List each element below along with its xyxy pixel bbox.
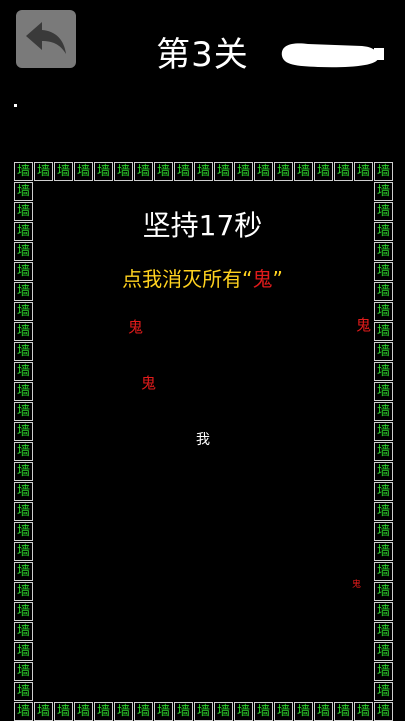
wall-brick: 墙: [374, 402, 393, 421]
wall-brick: 墙: [234, 702, 253, 721]
wall-brick: 墙: [14, 342, 33, 361]
wall-brick: 墙: [14, 642, 33, 661]
wall-brick: 墙: [374, 322, 393, 341]
player-character[interactable]: 我: [196, 432, 210, 448]
wall-brick: 墙: [374, 642, 393, 661]
wall-brick: 墙: [14, 402, 33, 421]
wall-brick: 墙: [14, 462, 33, 481]
wall-brick: 墙: [114, 162, 133, 181]
wall-brick: 墙: [14, 502, 33, 521]
countdown-timer: 坚持17秒: [142, 209, 263, 242]
wall-brick: 墙: [14, 482, 33, 501]
scribble-mark: [281, 43, 384, 68]
wall-brick: 墙: [14, 542, 33, 561]
wall-brick: 墙: [14, 242, 33, 261]
wall-brick: 墙: [194, 702, 213, 721]
wall-brick: 墙: [274, 702, 293, 721]
wall-brick: 墙: [354, 162, 373, 181]
wall-brick: 墙: [74, 702, 93, 721]
wall-brick: 墙: [14, 302, 33, 321]
wall-brick: 墙: [14, 682, 33, 701]
wall-brick: 墙: [174, 702, 193, 721]
wall-brick: 墙: [374, 522, 393, 541]
wall-brick: 墙: [374, 502, 393, 521]
wall-brick: 墙: [14, 582, 33, 601]
wall-brick: 墙: [214, 702, 233, 721]
wall-brick: 墙: [374, 602, 393, 621]
wall-brick: 墙: [374, 542, 393, 561]
wall-brick: 墙: [374, 482, 393, 501]
ghost-enemy[interactable]: 鬼: [128, 319, 143, 335]
wall-brick: 墙: [14, 182, 33, 201]
wall-brick: 墙: [374, 702, 393, 721]
wall-brick: 墙: [34, 702, 53, 721]
wall-brick: 墙: [374, 362, 393, 381]
wall-brick: 墙: [374, 682, 393, 701]
wall-brick: 墙: [94, 702, 113, 721]
wall-brick: 墙: [34, 162, 53, 181]
wall-brick: 墙: [134, 702, 153, 721]
wall-brick: 墙: [294, 162, 313, 181]
wall-brick: 墙: [314, 162, 333, 181]
wall-brick: 墙: [374, 562, 393, 581]
wall-brick: 墙: [354, 702, 373, 721]
hint-ghost-word: 鬼: [252, 267, 273, 291]
wall-brick: 墙: [314, 702, 333, 721]
wall-brick: 墙: [374, 302, 393, 321]
tap-me-hint[interactable]: 点我消灭所有“鬼”: [0, 266, 405, 292]
wall-brick: 墙: [14, 562, 33, 581]
wall-brick: 墙: [374, 462, 393, 481]
wall-brick: 墙: [374, 182, 393, 201]
wall-brick: 墙: [14, 602, 33, 621]
wall-brick: 墙: [374, 342, 393, 361]
wall-brick: 墙: [374, 442, 393, 461]
hint-close-quote: ”: [272, 267, 283, 291]
wall-brick: 墙: [154, 162, 173, 181]
wall-brick: 墙: [14, 522, 33, 541]
wall-brick: 墙: [14, 442, 33, 461]
wall-brick: 墙: [274, 162, 293, 181]
wall-brick: 墙: [374, 582, 393, 601]
hint-open-quote: “: [242, 267, 253, 291]
wall-brick: 墙: [214, 162, 233, 181]
wall-brick: 墙: [14, 422, 33, 441]
wall-brick: 墙: [14, 702, 33, 721]
wall-brick: 墙: [294, 702, 313, 721]
wall-brick: 墙: [94, 162, 113, 181]
wall-brick: 墙: [114, 702, 133, 721]
wall-brick: 墙: [254, 162, 273, 181]
wall-brick: 墙: [14, 162, 33, 181]
ghost-enemy[interactable]: 鬼: [356, 317, 371, 333]
wall-brick: 墙: [174, 162, 193, 181]
hint-text: 点我消灭所有: [122, 267, 243, 291]
wall-brick: 墙: [374, 622, 393, 641]
wall-brick: 墙: [14, 322, 33, 341]
wall-brick: 墙: [374, 422, 393, 441]
wall-brick: 墙: [374, 382, 393, 401]
wall-brick: 墙: [234, 162, 253, 181]
wall-brick: 墙: [14, 362, 33, 381]
wall-brick: 墙: [14, 662, 33, 681]
wall-brick: 墙: [334, 702, 353, 721]
wall-brick: 墙: [334, 162, 353, 181]
wall-brick: 墙: [54, 162, 73, 181]
wall-brick: 墙: [374, 662, 393, 681]
ghost-enemy[interactable]: 鬼: [352, 580, 361, 590]
wall-brick: 墙: [54, 702, 73, 721]
wall-brick: 墙: [134, 162, 153, 181]
wall-brick: 墙: [194, 162, 213, 181]
wall-brick: 墙: [254, 702, 273, 721]
wall-brick: 墙: [14, 382, 33, 401]
wall-brick: 墙: [374, 162, 393, 181]
ghost-enemy[interactable]: 鬼: [141, 375, 156, 391]
wall-brick: 墙: [374, 242, 393, 261]
wall-brick: 墙: [154, 702, 173, 721]
stray-dot: [14, 104, 17, 107]
wall-brick: 墙: [14, 622, 33, 641]
wall-brick: 墙: [74, 162, 93, 181]
